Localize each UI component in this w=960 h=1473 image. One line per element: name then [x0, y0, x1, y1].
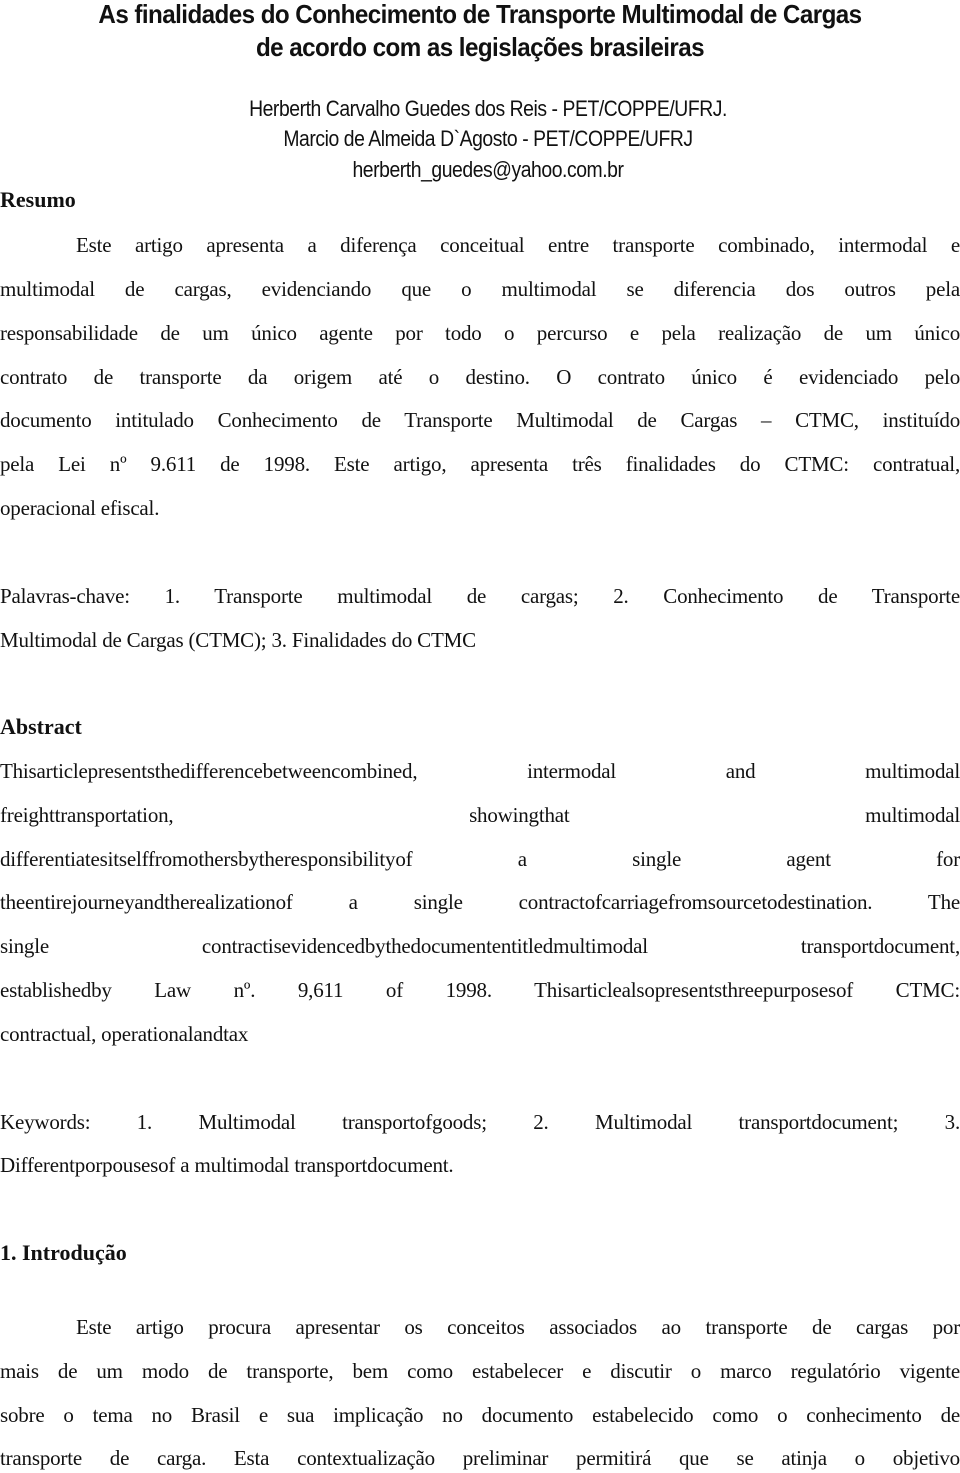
introducao-line: Este artigo procura apresentar os concei… [76, 1315, 960, 1339]
author-1: Herberth Carvalho Guedes dos Reis - PET/… [249, 96, 727, 121]
palavras-chave-line: Palavras-chave: 1. Transporte multimodal… [0, 584, 960, 608]
paper-title-line-1: As finalidades do Conhecimento de Transp… [98, 0, 862, 29]
abstract-line: establishedby Law nº. 9,611 of 1998. Thi… [0, 978, 960, 1002]
introducao-line: transporte de carga. Esta contextualizaç… [0, 1446, 960, 1470]
resumo-line: responsabilidade de um único agente por … [0, 321, 960, 345]
resumo-line: documento intitulado Conhecimento de Tra… [0, 408, 960, 432]
abstract-heading: Abstract [0, 714, 82, 739]
author-2: Marcio de Almeida D`Agosto - PET/COPPE/U… [283, 126, 693, 151]
resumo-line: Este artigo apresenta a diferença concei… [76, 233, 960, 257]
resumo-line: multimodal de cargas, evidenciando que o… [0, 277, 960, 301]
introducao-heading: 1. Introdução [0, 1240, 127, 1265]
palavras-chave-line: Multimodal de Cargas (CTMC); 3. Finalida… [0, 628, 476, 652]
abstract-line: differentiatesitselffromothersbytherespo… [0, 847, 960, 871]
abstract-line: Thisarticlepresentsthedifferencebetweenc… [0, 759, 960, 783]
abstract-line: single contractisevidencedbythedocumente… [0, 934, 960, 958]
introducao-line: mais de um modo de transporte, bem como … [0, 1359, 960, 1383]
keywords-line: Keywords: 1. Multimodal transportofgoods… [0, 1110, 960, 1134]
resumo-line: contrato de transporte da origem até o d… [0, 365, 960, 389]
abstract-line: freighttransportation, showingthat multi… [0, 803, 960, 827]
abstract-line: contractual, operationalandtax [0, 1022, 249, 1046]
abstract-line: theentirejourneyandtherealizationof a si… [0, 890, 960, 914]
resumo-heading: Resumo [0, 187, 76, 212]
resumo-line: pela Lei nº 9.611 de 1998. Este artigo, … [0, 452, 960, 476]
author-email: herberth_guedes@yahoo.com.br [352, 157, 624, 182]
paper-title-line-2: de acordo com as legislações brasileiras [255, 32, 705, 62]
keywords-line: Differentporpousesof a multimodal transp… [0, 1153, 454, 1177]
introducao-line: sobre o tema no Brasil e sua implicação … [0, 1403, 960, 1427]
resumo-line: operacional efiscal. [0, 496, 160, 520]
